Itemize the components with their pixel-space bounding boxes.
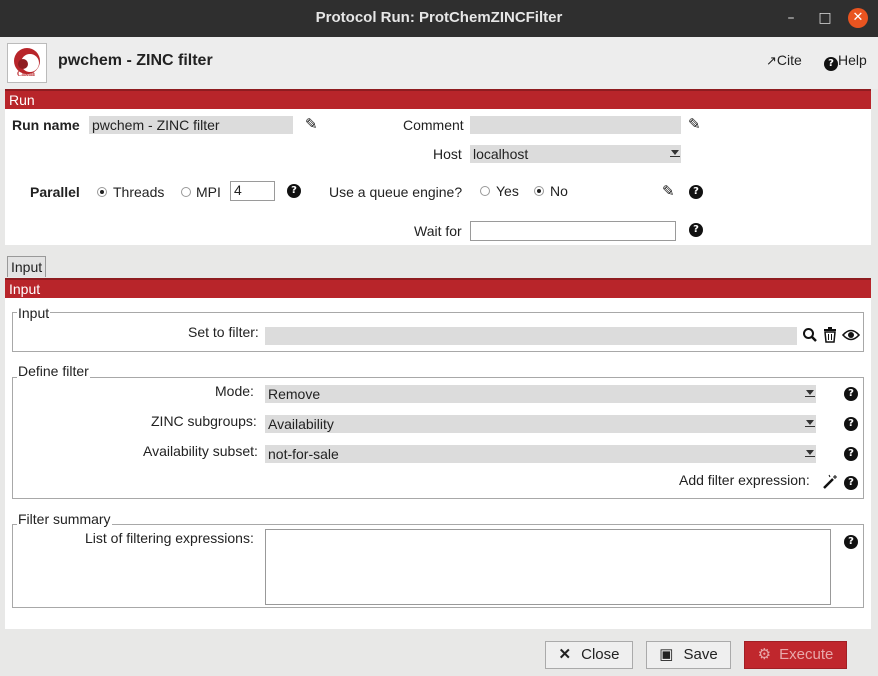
filter-summary-title: Filter summary (17, 511, 112, 527)
input-panel: Input Set to filter: Define filter Mode:… (5, 298, 871, 629)
parallel-label: Parallel (30, 184, 80, 200)
mode-label: Mode: (215, 383, 254, 399)
availability-subset-label: Availability subset: (143, 443, 258, 459)
set-to-filter-label: Set to filter: (188, 324, 259, 340)
queue-yes-radio[interactable] (480, 186, 490, 196)
help-link[interactable]: ? Help (824, 52, 867, 71)
queue-engine-label: Use a queue engine? (329, 184, 463, 200)
queue-help-icon[interactable]: ? (689, 185, 703, 199)
parallel-help-icon[interactable]: ? (287, 184, 301, 198)
chevron-down-icon (805, 450, 815, 457)
queue-no-label: No (550, 183, 568, 199)
comment-field[interactable] (470, 116, 681, 134)
run-panel: Run name pwchem - ZINC filter ✎ Comment … (5, 109, 871, 245)
mpi-label: MPI (196, 184, 221, 200)
protocol-header: Chem pwchem - ZINC filter ↗Cite ? Help (0, 37, 878, 89)
eye-icon[interactable] (841, 328, 861, 346)
availability-subset-select[interactable]: not-for-sale (265, 445, 816, 463)
chevron-down-icon (805, 390, 815, 397)
define-filter-title: Define filter (17, 363, 90, 379)
cite-link[interactable]: ↗Cite (766, 52, 802, 69)
protocol-title: pwchem - ZINC filter (58, 52, 213, 69)
input-section-header: Input (5, 278, 871, 298)
wait-for-label: Wait for (414, 223, 462, 239)
threads-input[interactable]: 4 (230, 181, 275, 201)
window-titlebar: Protocol Run: ProtChemZINCFilter – □ ✕ (0, 0, 878, 37)
threads-radio[interactable] (97, 187, 107, 197)
zinc-subgroups-select[interactable]: Availability (265, 415, 816, 433)
host-select[interactable]: localhost (470, 145, 681, 163)
search-icon[interactable] (802, 327, 818, 347)
maximize-button[interactable]: □ (815, 8, 835, 28)
filtering-expressions-label: List of filtering expressions: (85, 530, 254, 546)
chem-logo: Chem (7, 43, 47, 83)
close-icon: ✕ (558, 646, 572, 663)
gears-icon: ⚙ (757, 646, 772, 663)
magic-wand-icon[interactable] (822, 474, 838, 494)
chevron-down-icon (805, 420, 815, 427)
chevron-down-icon (670, 150, 680, 157)
add-expression-help-icon[interactable]: ? (844, 476, 858, 490)
execute-button[interactable]: ⚙ Execute (744, 641, 847, 669)
filtering-expressions-list[interactable] (265, 529, 831, 605)
external-link-icon: ↗ (766, 53, 777, 68)
zinc-subgroups-label: ZINC subgroups: (151, 413, 257, 429)
host-value: localhost (473, 146, 529, 162)
window-title: Protocol Run: ProtChemZINCFilter (315, 9, 563, 26)
wait-for-input[interactable] (470, 221, 676, 241)
availability-help-icon[interactable]: ? (844, 447, 858, 461)
mode-help-icon[interactable]: ? (844, 387, 858, 401)
mode-select[interactable]: Remove (265, 385, 816, 403)
input-group-title: Input (17, 305, 51, 321)
filter-list-help-icon[interactable]: ? (844, 535, 858, 549)
add-filter-expression-label: Add filter expression: (679, 472, 810, 488)
tab-input[interactable]: Input (7, 256, 47, 277)
host-label: Host (433, 146, 462, 162)
save-button[interactable]: ▣ Save (646, 641, 731, 669)
logo-text: Chem (17, 70, 35, 78)
edit-queue-icon[interactable]: ✎ (662, 182, 675, 200)
close-window-button[interactable]: ✕ (848, 8, 868, 28)
comment-label: Comment (403, 117, 464, 133)
edit-comment-icon[interactable]: ✎ (688, 115, 701, 133)
zinc-subgroups-value: Availability (268, 416, 334, 432)
run-name-field[interactable]: pwchem - ZINC filter (89, 116, 293, 134)
threads-label: Threads (113, 184, 165, 200)
wait-for-help-icon[interactable]: ? (689, 223, 703, 237)
mode-value: Remove (268, 386, 321, 402)
run-section-header: Run (5, 89, 871, 109)
run-name-label: Run name (12, 117, 80, 133)
queue-yes-label: Yes (496, 183, 519, 199)
availability-subset-value: not-for-sale (268, 446, 339, 462)
close-button[interactable]: ✕ Close (545, 641, 633, 669)
queue-no-radio[interactable] (534, 186, 544, 196)
set-to-filter-field[interactable] (265, 327, 797, 345)
help-icon: ? (824, 57, 838, 71)
minimize-button[interactable]: – (781, 8, 801, 28)
save-icon: ▣ (659, 646, 674, 663)
trash-icon[interactable] (823, 327, 837, 347)
edit-run-name-icon[interactable]: ✎ (305, 115, 318, 133)
mpi-radio[interactable] (181, 187, 191, 197)
subgroups-help-icon[interactable]: ? (844, 417, 858, 431)
